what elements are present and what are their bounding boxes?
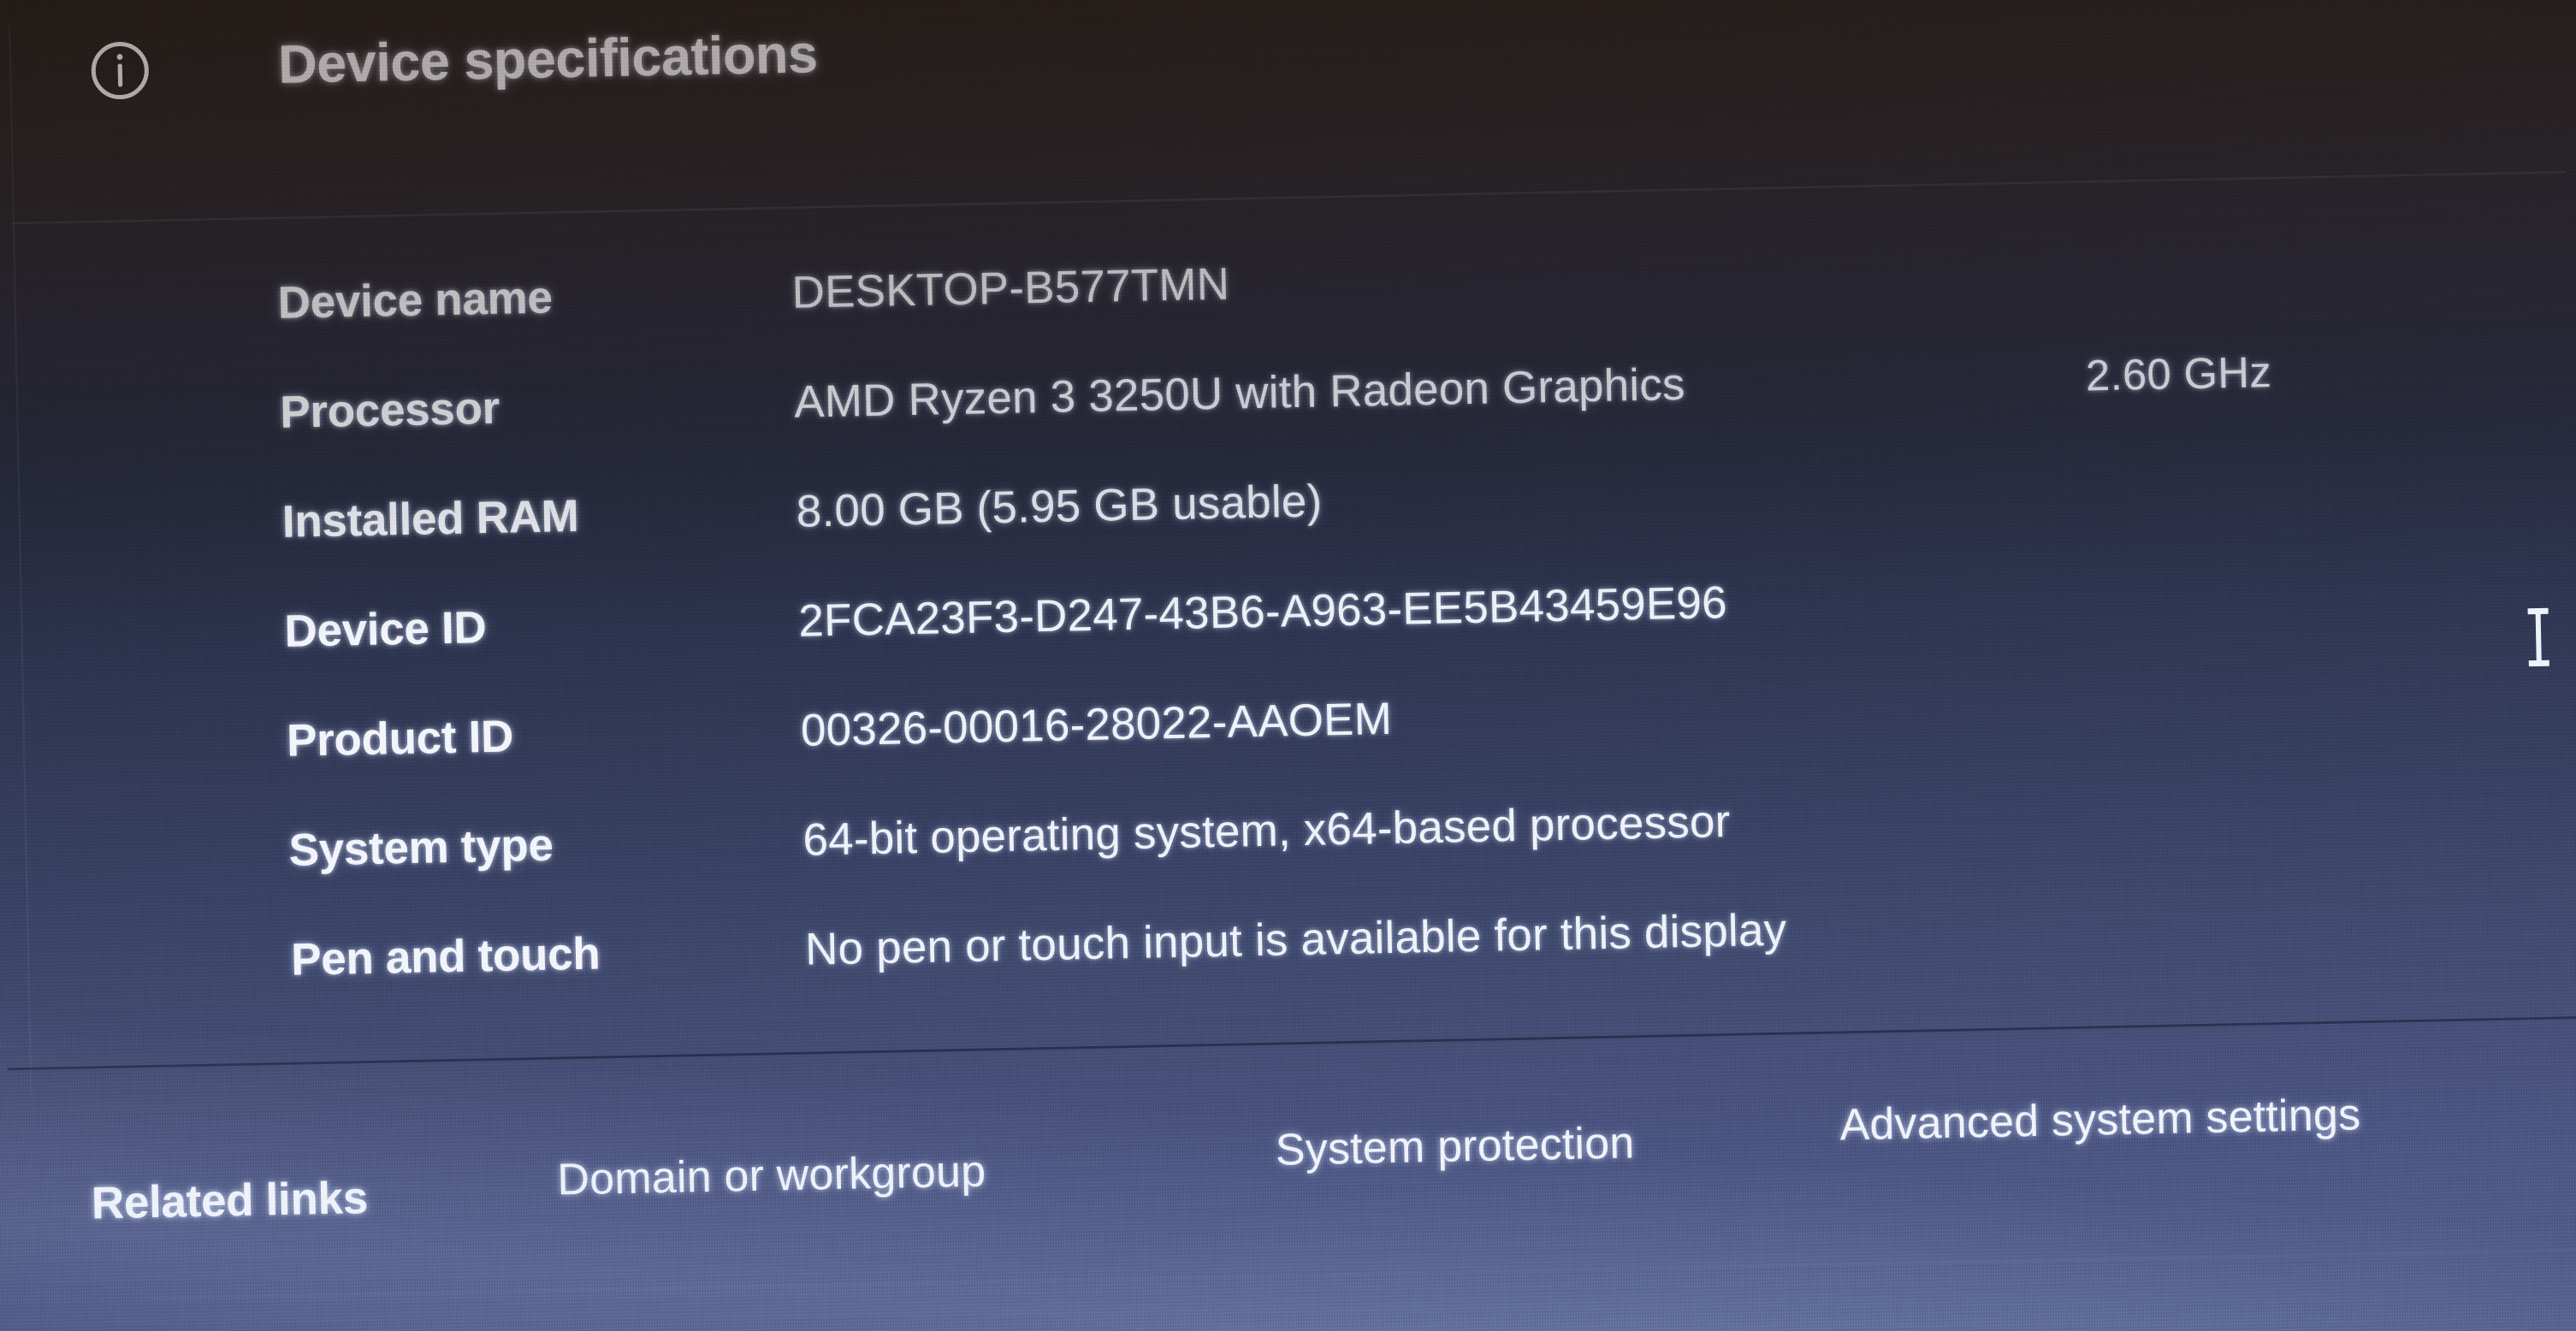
page-title: Device specifications (277, 24, 819, 95)
related-links-label: Related links (91, 1173, 369, 1229)
device-specifications-header: Device specifications (0, 0, 2566, 223)
spec-value-processor-clock-speed: 2.60 GHz (2085, 347, 2272, 400)
spec-label-device-name: Device name (277, 272, 554, 328)
related-link-domain-or-workgroup[interactable]: Domain or workgroup (557, 1146, 986, 1206)
spec-value-installed-ram: 8.00 GB (5.95 GB usable) (796, 476, 1323, 537)
related-links-section: Related links Domain or workgroup System… (9, 1086, 2576, 1257)
spec-label-product-id: Product ID (286, 711, 514, 766)
related-link-system-protection[interactable]: System protection (1275, 1117, 1635, 1175)
spec-value-device-name: DESKTOP-B577TMN (791, 258, 1230, 318)
bottom-divider (149, 1248, 2576, 1300)
spec-label-device-id: Device ID (283, 602, 488, 657)
info-circle-icon (88, 38, 152, 103)
screenshot-stage: Device specifications Device name DESKTO… (0, 0, 2576, 1331)
settings-screen-surface: Device specifications Device name DESKTO… (0, 0, 2576, 1331)
spec-label-installed-ram: Installed RAM (281, 490, 580, 547)
spec-label-pen-and-touch: Pen and touch (290, 928, 601, 985)
spec-label-system-type: System type (288, 819, 554, 876)
spec-label-processor: Processor (279, 382, 500, 438)
spec-value-product-id: 00326-00016-28022-AAOEM (800, 693, 1393, 756)
settings-content: Device specifications Device name DESKTO… (0, 0, 2576, 1331)
related-link-advanced-system-settings[interactable]: Advanced system settings (1839, 1089, 2361, 1151)
